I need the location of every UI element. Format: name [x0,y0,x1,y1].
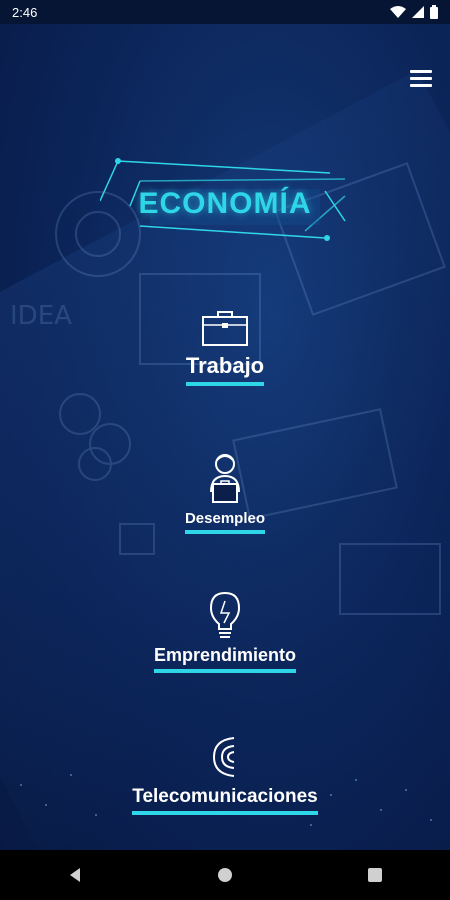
menu-label-trabajo: Trabajo [185,353,265,386]
recents-button[interactable] [360,860,390,890]
lightbulb-icon [209,591,241,638]
app-background: IDEA ECONOMÍA Trabajo Desempleo Emprendi… [0,24,450,850]
menu-item-trabajo[interactable]: Trabajo [0,309,450,386]
menu-item-emprendimiento[interactable]: Emprendimiento [0,591,450,673]
wifi-icon [390,6,406,18]
cell-signal-icon [412,6,424,18]
title-banner: ECONOMÍA [100,151,350,241]
menu-label-telecomunicaciones: Telecomunicaciones [132,786,318,815]
battery-icon [430,5,438,19]
android-nav-bar [0,850,450,900]
home-button[interactable] [210,860,240,890]
status-icons [390,5,438,19]
hamburger-menu-button[interactable] [410,70,432,88]
recents-square-icon [368,868,382,882]
page-title: ECONOMÍA [138,187,312,220]
status-bar: 2:46 [0,0,450,24]
person-box-icon [210,454,240,503]
background-doodles: IDEA [10,162,446,615]
status-time: 2:46 [12,4,38,20]
menu-item-telecomunicaciones[interactable]: Telecomunicaciones [0,732,450,815]
menu-label-emprendimiento: Emprendimiento [153,645,296,673]
menu-item-desempleo[interactable]: Desempleo [0,452,450,534]
coin-doodle [59,393,101,435]
menu-label-desempleo: Desempleo [184,510,266,534]
back-button[interactable] [60,860,90,890]
home-circle-icon [218,868,232,882]
back-triangle-icon [70,868,80,882]
signal-icon [212,737,235,777]
briefcase-icon [202,311,248,346]
